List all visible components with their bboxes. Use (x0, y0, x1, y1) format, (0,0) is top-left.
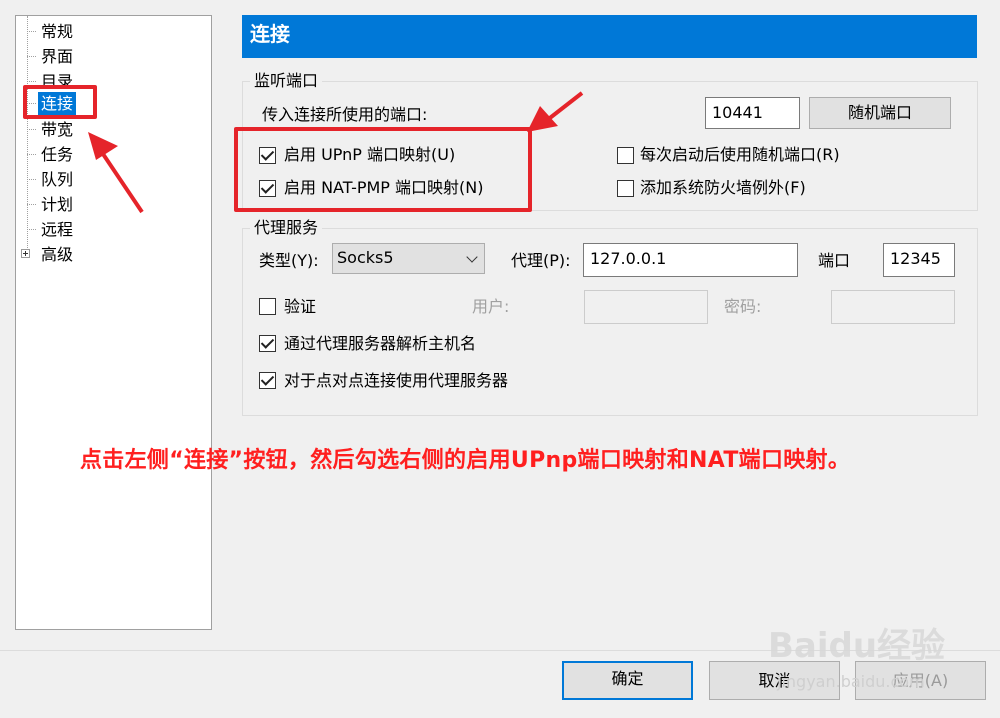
annotation-arrows (88, 91, 584, 214)
baidu-watermark-url: jingyan.baidu.com (777, 672, 925, 691)
instruction-text: 点击左侧“连接”按钮，然后勾选右侧的启用UPnp端口映射和NAT端口映射。 (80, 448, 851, 473)
ok-button[interactable]: 确定 (562, 661, 693, 700)
baidu-watermark: Baidu经验 (768, 626, 946, 666)
annotation-arrow-right (527, 91, 584, 132)
annotation-arrow-left (88, 132, 144, 214)
